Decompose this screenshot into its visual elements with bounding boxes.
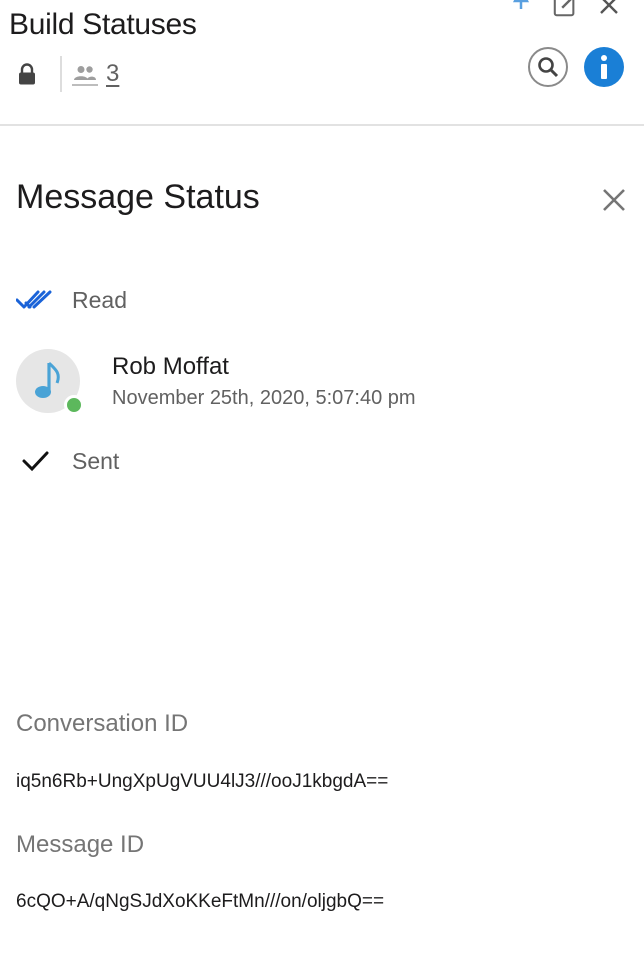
read-status-row: Read: [16, 286, 127, 314]
conversation-meta: 3: [16, 56, 119, 92]
panel-close-button[interactable]: [600, 186, 628, 214]
close-icon: [601, 187, 627, 213]
panel-title: Message Status: [16, 178, 260, 216]
pin-icon[interactable]: [508, 0, 534, 18]
sent-label: Sent: [72, 447, 120, 474]
reader-entry: Rob Moffat November 25th, 2020, 5:07:40 …: [16, 349, 416, 415]
close-icon[interactable]: [596, 0, 622, 18]
music-note-icon: [33, 359, 63, 403]
info-button[interactable]: [584, 47, 624, 87]
member-count: 3: [106, 60, 120, 87]
members-button[interactable]: 3: [72, 62, 119, 86]
search-icon: [536, 55, 560, 79]
presence-indicator: [64, 395, 84, 415]
lock-icon: [16, 62, 38, 86]
meta-divider: [60, 56, 62, 92]
avatar[interactable]: [16, 349, 84, 415]
compose-icon[interactable]: [552, 0, 578, 18]
conversation-id-value: iq5n6Rb+UngXpUgVUU4lJ3///ooJ1kbgdA==: [16, 771, 389, 792]
people-icon: [72, 62, 98, 86]
message-id-label: Message ID: [16, 831, 145, 858]
conversation-id-label: Conversation ID: [16, 710, 189, 737]
search-button[interactable]: [528, 47, 568, 87]
sent-status-row: Sent: [16, 447, 119, 475]
app-window: Build Statuses 3 Message Status Read Rob…: [0, 0, 644, 956]
read-label: Read: [72, 286, 127, 313]
check-icon: [16, 447, 54, 475]
conversation-title: Build Statuses: [9, 8, 197, 41]
window-actions: [508, 0, 622, 18]
reader-name[interactable]: Rob Moffat: [112, 351, 416, 383]
double-check-icon: [16, 286, 54, 314]
read-timestamp: November 25th, 2020, 5:07:40 pm: [112, 387, 416, 409]
info-icon: [598, 54, 610, 80]
conversation-header: Build Statuses 3: [0, 0, 644, 126]
message-id-value: 6cQO+A/qNgSJdXoKKeFtMn///on/oljgbQ==: [16, 891, 385, 912]
